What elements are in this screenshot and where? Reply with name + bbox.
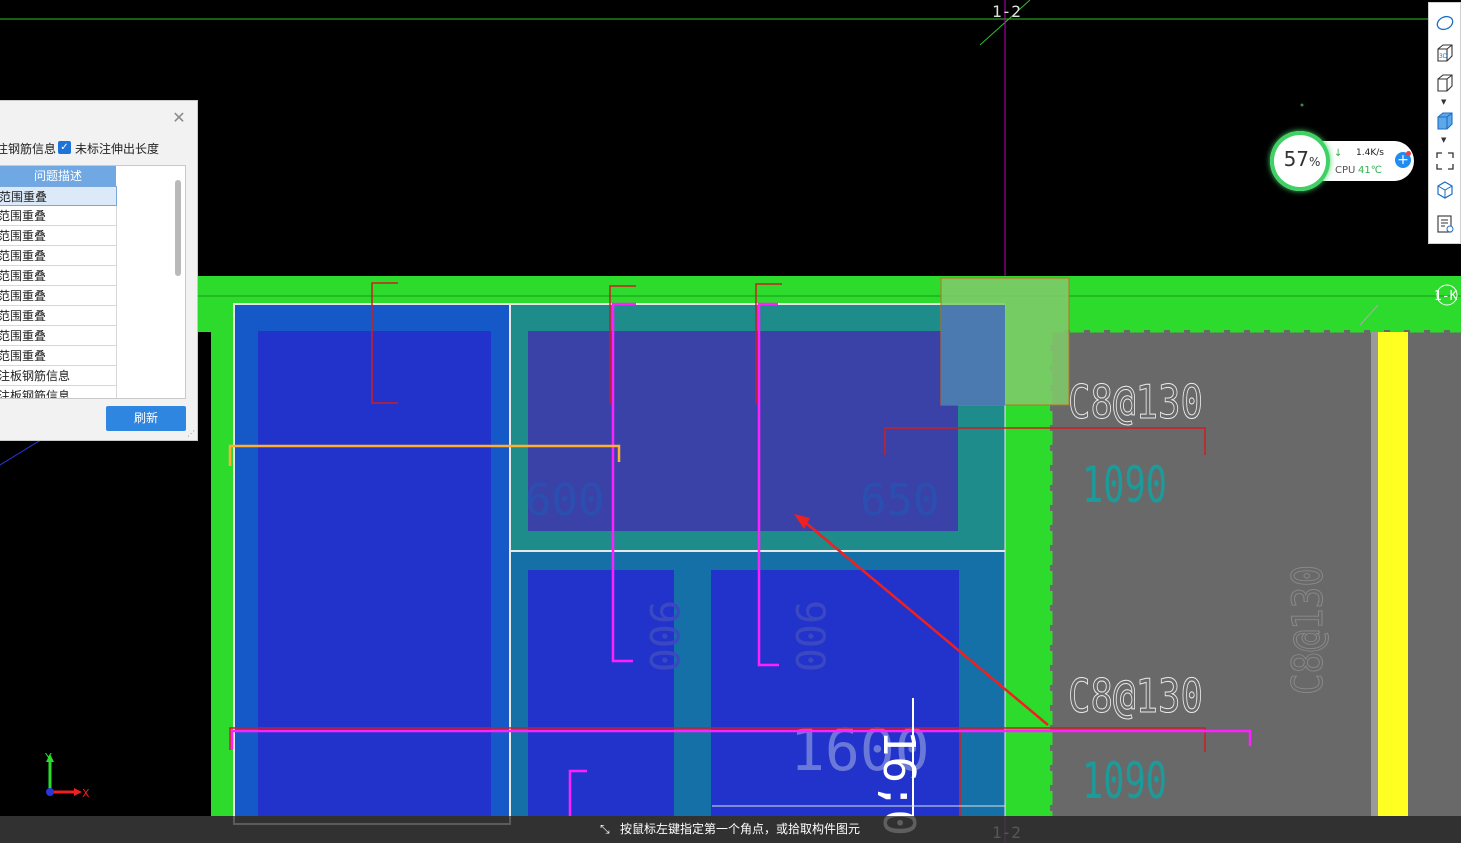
orbit-icon[interactable] (1435, 13, 1455, 33)
issue-row[interactable]: 范围重叠 (0, 266, 117, 286)
option-rebar-info-label: 注钢筋信息 (0, 142, 57, 156)
issue-row[interactable]: 范围重叠 (0, 206, 117, 226)
performance-widget[interactable]: ↓ 1.4K/s CPU 41℃ + 57% (1270, 131, 1414, 191)
memory-ring[interactable]: 57% (1270, 131, 1330, 191)
grey-strip (1371, 332, 1378, 816)
close-icon[interactable]: ✕ (171, 110, 187, 126)
option-extension-label: 未标注伸出长度 (75, 142, 160, 156)
cpu-temp: 41℃ (1358, 165, 1382, 176)
property-list-icon[interactable] (1435, 214, 1455, 234)
cpu-label: CPU (1335, 165, 1356, 176)
rebar-label-1: C8@130 (1068, 375, 1203, 429)
option-extension-checkbox[interactable]: ✓ (58, 141, 71, 154)
cad-canvas[interactable]: 1-2 600 650 900 900 1600 C8@130 1090 C8@… (0, 0, 1461, 843)
issue-row[interactable]: 范围重叠 (0, 286, 117, 306)
issue-row[interactable]: 范围重叠 (0, 186, 117, 206)
box-view-icon[interactable] (1435, 73, 1455, 93)
table-scrollbar[interactable] (175, 180, 181, 276)
issue-rows: 范围重叠 范围重叠 范围重叠 范围重叠 范围重叠 范围重叠 范围重叠 范围重叠 范围重叠 注板钢筋… (0, 186, 117, 398)
length-label-1: 1090 (1082, 456, 1167, 514)
axis-y-label: Y (44, 752, 52, 764)
length-label-2: 1090 (1082, 752, 1167, 810)
yellow-strip (1378, 332, 1408, 816)
chevron-down-icon-2[interactable]: ▼ (1441, 137, 1449, 144)
axis-x-label: X (82, 787, 90, 800)
memory-percent: 57% (1283, 147, 1321, 171)
dim-label-2: 650 (860, 475, 939, 526)
column-header-description[interactable]: 问题描述 (0, 166, 116, 186)
refresh-button[interactable]: 刷新 (106, 406, 186, 431)
3d-view-icon[interactable]: 3D (1435, 43, 1455, 63)
issue-row[interactable]: 范围重叠 (0, 346, 117, 366)
issue-row[interactable]: 注板钢筋信息 (0, 366, 117, 386)
issue-row[interactable]: 范围重叠 (0, 306, 117, 326)
status-bar: ⤡ 按鼠标左键指定第一个角点，或拾取构件图元 (0, 816, 1461, 843)
issue-row[interactable]: 注板钢筋信息 (0, 386, 117, 398)
check-dialog: ✕ 注钢筋信息 ✓ 未标注伸出长度 问题描述 范围重叠 范围重叠 范围重叠 范围重叠范… (0, 100, 198, 441)
issue-row[interactable]: 范围重叠 (0, 326, 117, 346)
axis-label-right: 1-K (1434, 289, 1458, 304)
rebar-label-vertical: C8@130 (1283, 565, 1332, 695)
black-notch (198, 332, 211, 816)
fullscreen-icon[interactable] (1435, 151, 1455, 171)
axis-indicator: Y X (44, 752, 90, 800)
download-arrow-icon: ↓ (1334, 148, 1343, 159)
dim-label-1: 600 (525, 475, 604, 526)
chevron-down-icon[interactable]: ▼ (1441, 99, 1449, 106)
pick-cursor-icon: ⤡ (600, 822, 610, 836)
dim-label-4: 900 (786, 600, 832, 672)
shaded-box-icon[interactable] (1435, 111, 1455, 131)
svg-text:3D: 3D (1439, 53, 1448, 60)
dim-label-3: 900 (640, 600, 686, 672)
issue-row[interactable]: 范围重叠 (0, 246, 117, 266)
net-speed: 1.4K/s (1356, 148, 1384, 158)
rebar-label-2: C8@130 (1068, 669, 1203, 723)
issue-table: 问题描述 范围重叠 范围重叠 范围重叠 范围重叠 范围重叠 范围重叠 范围重叠 范围重叠 范围重… (0, 165, 186, 399)
selection-overlap (941, 305, 1005, 405)
issue-row[interactable]: 范围重叠 (0, 226, 117, 246)
tiny-dot (1300, 103, 1304, 107)
status-message: 按鼠标左键指定第一个角点，或拾取构件图元 (620, 822, 861, 836)
resize-grip-icon[interactable]: ⋰ (187, 430, 195, 438)
notification-dot (1406, 151, 1411, 156)
axis-label-top: 1-2 (992, 2, 1021, 21)
view-toolbar: 3D ▼ ▼ (1428, 2, 1461, 244)
component-view-icon[interactable] (1435, 180, 1455, 200)
